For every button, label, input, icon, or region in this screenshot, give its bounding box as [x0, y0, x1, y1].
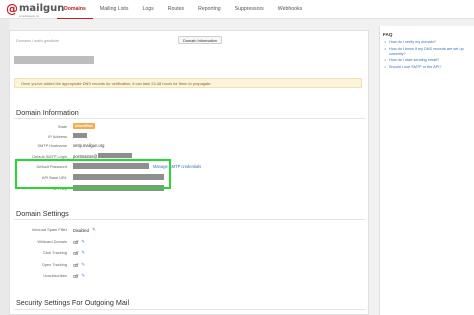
nav-webhooks[interactable]: Webhooks: [271, 0, 309, 19]
faq-title: FAQ: [383, 32, 393, 37]
inbound-spam-filter-value[interactable]: Disabled ✎: [73, 227, 96, 233]
inbound-spam-filter-label: Inbound Spam Filter: [31, 227, 67, 232]
pencil-icon[interactable]: ✎: [92, 227, 96, 233]
logo-subtitle: a rackspace co: [19, 13, 40, 18]
breadcrumb[interactable]: Domains / mailx.gmailsite: [16, 39, 59, 43]
ip-address-label: IP Address: [48, 134, 67, 139]
nav-mailing-lists[interactable]: Mailing Lists: [93, 0, 136, 19]
pencil-icon[interactable]: ✎: [81, 262, 85, 268]
nav-routes[interactable]: Routes: [161, 0, 191, 19]
main-panel: Domains / mailx.gmailsite Domain Informa…: [9, 30, 369, 315]
faq-sidebar: FAQ How do I verify my domain? How do I …: [379, 26, 474, 315]
wildcard-domain-label: Wildcard Domain: [37, 239, 67, 244]
faq-dns-records-link[interactable]: How do I know if my DNS records are set …: [383, 47, 473, 57]
wildcard-domain-value[interactable]: Off ✎: [73, 239, 85, 245]
open-tracking-value[interactable]: Off ✎: [73, 262, 85, 268]
security-settings-title: Security Settings For Outgoing Mail: [16, 298, 130, 307]
section-divider: [14, 309, 365, 310]
smtp-login-redacted: [98, 153, 132, 158]
setting-value: Off: [73, 262, 79, 268]
credentials-highlight-box: [15, 159, 171, 189]
open-tracking-label: Open Tracking: [41, 262, 67, 267]
main-nav: Domains Mailing Lists Logs Routes Report…: [57, 0, 309, 19]
domain-information-title: Domain Information: [16, 108, 79, 117]
domain-name-redacted: [14, 56, 94, 64]
smtp-hostname-label: SMTP Hostname: [37, 143, 67, 148]
section-divider: [14, 219, 365, 220]
setting-value: Off: [73, 250, 79, 256]
pencil-icon[interactable]: ✎: [81, 250, 85, 256]
logo-text: mailgun: [19, 3, 65, 14]
nav-suppressors[interactable]: Suppressors: [228, 0, 271, 19]
state-label: State: [57, 124, 67, 129]
nav-logs[interactable]: Logs: [135, 0, 160, 19]
faq-start-sending-link[interactable]: How do I start sending email?: [383, 58, 473, 63]
domain-information-button[interactable]: Domain Information: [178, 36, 222, 44]
nav-reporting[interactable]: Reporting: [191, 0, 228, 19]
faq-verify-domain-link[interactable]: How do I verify my domain?: [383, 40, 473, 45]
pencil-icon[interactable]: ✎: [81, 273, 85, 279]
unsubscribes-value[interactable]: Off ✎: [73, 273, 85, 279]
smtp-hostname-value: smtp.mailgun.org: [73, 143, 105, 148]
faq-smtp-or-api-link[interactable]: Should I use SMTP or the API?: [383, 65, 473, 70]
domain-settings-title: Domain Settings: [16, 209, 69, 218]
dns-propagation-notice: Once you've added the appropriate DNS re…: [14, 78, 362, 88]
click-tracking-value[interactable]: Off ✎: [73, 250, 85, 256]
faq-list: How do I verify my domain? How do I know…: [383, 40, 473, 71]
logo-at-icon: @: [6, 2, 18, 16]
page-gutter: [0, 19, 9, 315]
setting-value: Off: [73, 273, 79, 279]
top-navigation-bar: @ mailgun a rackspace co Domains Mailing…: [0, 0, 474, 19]
section-divider: [14, 118, 365, 119]
ip-address-redacted: [73, 133, 87, 138]
unsubscribes-label: Unsubscribes: [43, 273, 67, 278]
setting-value: Off: [73, 239, 79, 245]
pencil-icon[interactable]: ✎: [81, 239, 85, 245]
mailgun-logo[interactable]: @ mailgun a rackspace co: [6, 2, 64, 18]
setting-value: Disabled: [73, 227, 89, 233]
state-badge: Unverified: [73, 123, 95, 129]
click-tracking-label: Click Tracking: [42, 250, 67, 255]
